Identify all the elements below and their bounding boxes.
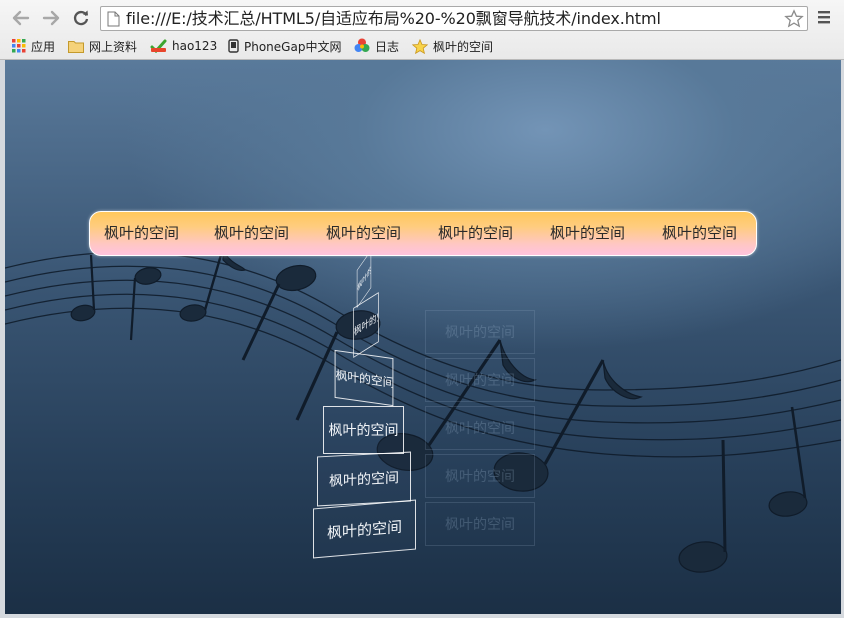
main-nav-bar: 枫叶的空间 枫叶的空间 枫叶的空间 枫叶的空间 枫叶的空间 枫叶的空间 — [89, 211, 757, 256]
bookmark-blog[interactable]: 日志 — [354, 37, 399, 55]
bookmark-hao123[interactable]: hao123 — [150, 37, 217, 55]
bookmark-label: 枫叶的空间 — [433, 39, 494, 54]
hamburger-menu-icon — [818, 11, 830, 24]
music-staff-background — [5, 247, 841, 573]
page-icon — [107, 11, 120, 27]
bookmark-label: PhoneGap中文网 — [244, 39, 342, 54]
phone-icon — [228, 39, 239, 53]
dropdown-item[interactable]: 枫叶的空间 — [317, 451, 411, 507]
nav-item[interactable]: 枫叶的空间 — [326, 212, 401, 255]
forward-button[interactable] — [40, 7, 62, 29]
ghost-item: 枫叶的空间 — [425, 358, 535, 402]
bookmark-label: hao123 — [172, 39, 218, 53]
dropdown-item-label: 枫叶的空间 — [335, 368, 394, 391]
nav-item[interactable]: 枫叶的空间 — [104, 212, 179, 255]
menu-button[interactable] — [816, 9, 832, 25]
nav-item[interactable]: 枫叶的空间 — [214, 212, 289, 255]
ghost-item: 枫叶的空间 — [425, 502, 535, 546]
browser-chrome: file:///E:/技术汇总/HTML5/自适应布局%20-%20飘窗导航技术… — [0, 0, 844, 60]
dropdown-item-label: 枫叶的空间 — [328, 423, 399, 439]
ghost-item: 枫叶的空间 — [425, 406, 535, 450]
dropdown-item[interactable]: 枫叶的空间 — [323, 406, 404, 454]
address-bar[interactable]: file:///E:/技术汇总/HTML5/自适应布局%20-%20飘窗导航技术… — [100, 6, 808, 31]
browser-toolbar: file:///E:/技术汇总/HTML5/自适应布局%20-%20飘窗导航技术… — [0, 0, 844, 36]
back-button[interactable] — [10, 7, 32, 29]
nav-item[interactable]: 枫叶的空间 — [662, 212, 737, 255]
apps-grid-icon — [12, 39, 26, 53]
bookmark-label: 日志 — [375, 39, 400, 54]
bookmark-folder[interactable]: 网上资料 — [68, 37, 137, 55]
folder-icon — [68, 40, 84, 53]
reload-icon — [73, 10, 89, 26]
hao123-icon — [150, 39, 167, 53]
bookmark-phonegap[interactable]: PhoneGap中文网 — [228, 37, 341, 55]
dropdown-item-label: 枫叶的空间 — [326, 517, 402, 543]
bookmark-apps[interactable]: 应用 — [12, 37, 55, 55]
bookmark-label: 应用 — [31, 39, 56, 54]
bookmark-label: 网上资料 — [89, 39, 138, 54]
ghost-item: 枫叶的空间 — [425, 310, 535, 354]
bookmark-star-icon[interactable] — [784, 9, 804, 29]
url-text: file:///E:/技术汇总/HTML5/自适应布局%20-%20飘窗导航技术… — [126, 9, 661, 28]
bookmark-maple-space[interactable]: 枫叶的空间 — [412, 37, 493, 55]
nav-item[interactable]: 枫叶的空间 — [438, 212, 513, 255]
dropdown-item[interactable]: 枫叶的空间 — [313, 499, 416, 559]
dropdown-item-label: 枫叶的空间 — [329, 470, 399, 490]
reload-button[interactable] — [70, 7, 92, 29]
dropdown-item-label: 枫叶的空间 — [354, 304, 379, 339]
page-viewport: 枫叶的空间 枫叶的空间 枫叶的空间 枫叶的空间 枫叶的空间 枫叶的空间 枫叶的空… — [5, 60, 841, 614]
window-border-bottom — [0, 614, 844, 618]
back-arrow-icon — [12, 10, 30, 26]
colorful-circles-icon — [354, 38, 370, 52]
dropdown-item[interactable]: 枫叶的空间 — [334, 349, 394, 407]
staff-lines — [5, 251, 841, 458]
bookmarks-bar: 应用 网上资料 hao123 PhoneGap中文网 日志 枫叶的空间 — [0, 36, 844, 58]
nav-item[interactable]: 枫叶的空间 — [550, 212, 625, 255]
ghost-item: 枫叶的空间 — [425, 454, 535, 498]
star-icon — [412, 38, 428, 54]
forward-arrow-icon — [42, 10, 60, 26]
